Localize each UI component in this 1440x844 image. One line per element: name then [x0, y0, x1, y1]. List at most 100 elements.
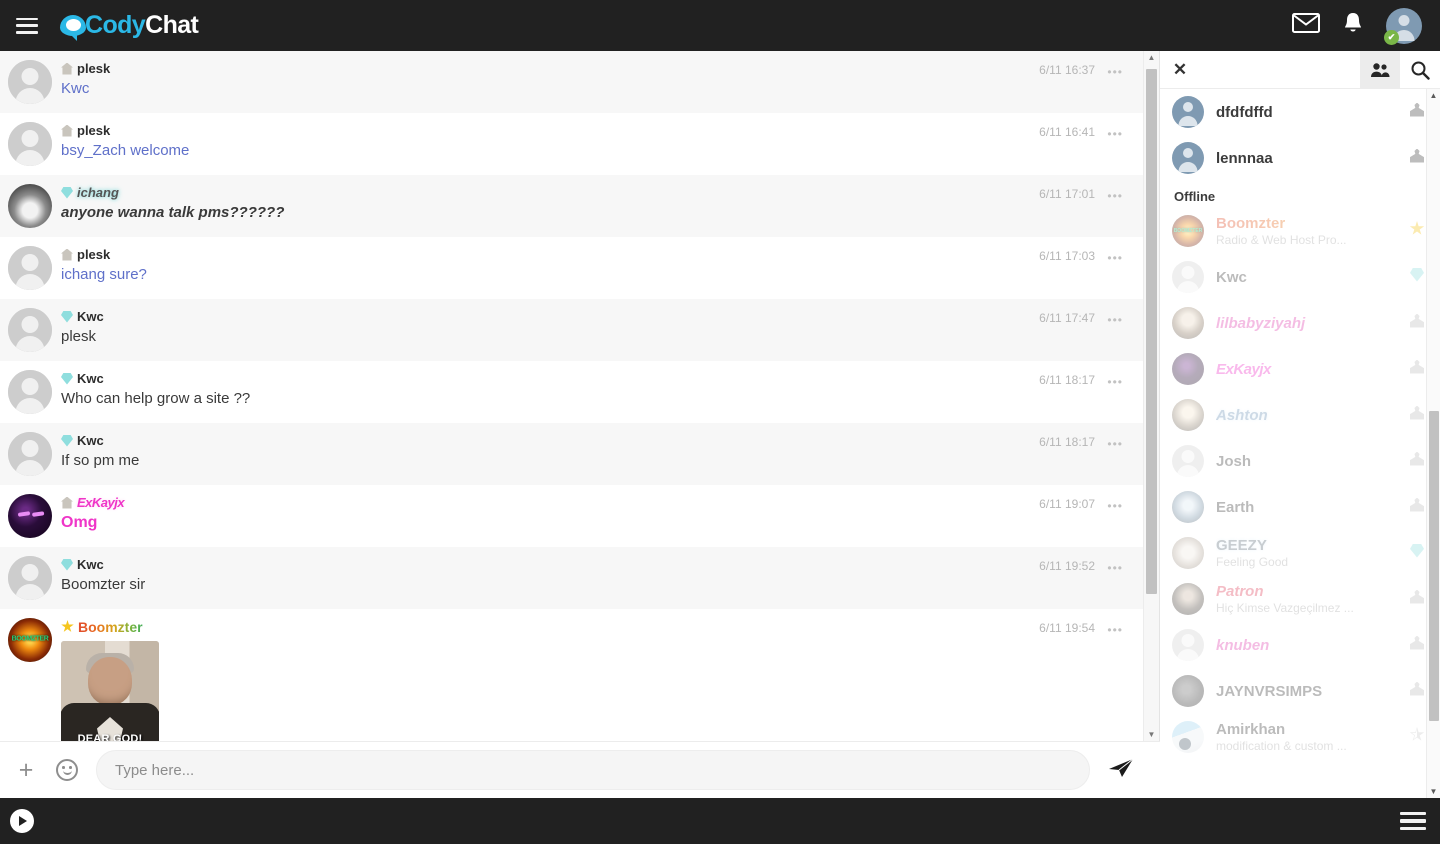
user-avatar[interactable]	[1172, 96, 1204, 128]
message-avatar[interactable]	[8, 308, 52, 352]
sidebar-scrollbar-thumb[interactable]	[1429, 411, 1439, 721]
user-avatar[interactable]	[1172, 491, 1204, 523]
message-row[interactable]: plesk bsy_Zach welcome 6/11 16:41 •••	[0, 113, 1159, 175]
user-avatar[interactable]	[1172, 399, 1204, 431]
user-avatar[interactable]	[1172, 537, 1204, 569]
user-meta: Kwc	[1216, 269, 1408, 286]
user-list-item[interactable]: GEEZY Feeling Good	[1160, 530, 1440, 576]
message-row[interactable]: BOOMZTER Boomzter DEAR GOD! 6/11 19:54 •••	[0, 609, 1159, 741]
user-list-item[interactable]: ExKayjx	[1160, 346, 1440, 392]
send-icon[interactable]	[1104, 757, 1138, 784]
user-avatar[interactable]	[1172, 261, 1204, 293]
emoji-smiley-icon[interactable]	[56, 759, 78, 781]
user-list-item[interactable]: Kwc	[1160, 254, 1440, 300]
message-options-icon[interactable]: •••	[1107, 65, 1123, 79]
message-username[interactable]: Kwc	[77, 433, 104, 448]
message-avatar[interactable]	[8, 494, 52, 538]
user-list-item[interactable]: Amirkhan modification & custom ...	[1160, 714, 1440, 760]
sidebar-scrollbar[interactable]: ▲ ▼	[1426, 89, 1440, 798]
message-row[interactable]: Kwc Boomzter sir 6/11 19:52 •••	[0, 547, 1159, 609]
message-avatar[interactable]	[8, 370, 52, 414]
message-username[interactable]: Kwc	[77, 371, 104, 386]
message-options-icon[interactable]: •••	[1107, 127, 1123, 141]
message-row[interactable]: ichang anyone wanna talk pms?????? 6/11 17…	[0, 175, 1159, 237]
message-username[interactable]: plesk	[77, 123, 110, 138]
message-avatar[interactable]: BOOMZTER	[8, 618, 52, 662]
user-avatar[interactable]	[1172, 583, 1204, 615]
message-avatar[interactable]	[8, 60, 52, 104]
user-avatar[interactable]	[1172, 629, 1204, 661]
message-composer: +	[0, 741, 1160, 798]
message-username[interactable]: ichang	[77, 185, 119, 200]
message-avatar[interactable]	[8, 184, 52, 228]
tab-users[interactable]	[1360, 50, 1400, 89]
user-list-item[interactable]: JAYNVRSIMPS	[1160, 668, 1440, 714]
offline-user-group: BOOMZTER Boomzter Radio & Web Host Pro... K…	[1160, 208, 1440, 760]
user-avatar[interactable]	[1172, 721, 1204, 753]
chat-scrollbar[interactable]: ▲ ▼	[1143, 51, 1159, 741]
message-text: bsy_Zach welcome	[61, 142, 190, 159]
user-list-item[interactable]: Ashton	[1160, 392, 1440, 438]
message-image-caption: DEAR GOD!	[77, 733, 143, 741]
message-options-icon[interactable]: •••	[1107, 313, 1123, 327]
attach-plus-icon[interactable]: +	[14, 757, 38, 783]
chat-scrollbar-thumb[interactable]	[1146, 69, 1157, 594]
user-list-item[interactable]: lennnaa	[1160, 135, 1440, 181]
user-list-item[interactable]: knuben	[1160, 622, 1440, 668]
user-avatar[interactable]	[1172, 445, 1204, 477]
message-row[interactable]: plesk Kwc 6/11 16:37 •••	[0, 51, 1159, 113]
bottom-menu-hamburger-icon[interactable]	[1400, 812, 1426, 830]
user-avatar[interactable]	[1172, 353, 1204, 385]
play-icon[interactable]	[10, 809, 34, 833]
message-username[interactable]: Kwc	[77, 557, 104, 572]
tab-search[interactable]	[1400, 51, 1440, 89]
message-username[interactable]: plesk	[77, 61, 110, 76]
message-avatar[interactable]	[8, 122, 52, 166]
message-row[interactable]: Kwc If so pm me 6/11 18:17 •••	[0, 423, 1159, 485]
app-logo[interactable]: CodyChat	[60, 11, 199, 41]
sidebar-scroll-up-arrow-icon[interactable]: ▲	[1427, 91, 1440, 100]
message-avatar[interactable]	[8, 556, 52, 600]
message-avatar[interactable]	[8, 432, 52, 476]
message-options-icon[interactable]: •••	[1107, 561, 1123, 575]
close-icon[interactable]: ✕	[1160, 60, 1200, 80]
message-options-icon[interactable]: •••	[1107, 251, 1123, 265]
message-options-icon[interactable]: •••	[1107, 623, 1123, 637]
sidebar-scroll-down-arrow-icon[interactable]: ▼	[1427, 787, 1440, 796]
user-list-item[interactable]: dfdfdffd	[1160, 89, 1440, 135]
scroll-up-arrow-icon[interactable]: ▲	[1144, 53, 1159, 62]
user-list-item[interactable]: BOOMZTER Boomzter Radio & Web Host Pro...	[1160, 208, 1440, 254]
bell-icon[interactable]	[1342, 11, 1364, 40]
message-avatar[interactable]	[8, 246, 52, 290]
message-input[interactable]	[96, 750, 1090, 790]
person-badge-icon	[1410, 635, 1424, 650]
message-options-icon[interactable]: •••	[1107, 375, 1123, 389]
user-list-item[interactable]: Earth	[1160, 484, 1440, 530]
scroll-down-arrow-icon[interactable]: ▼	[1144, 730, 1159, 739]
user-avatar[interactable]	[1172, 307, 1204, 339]
message-username[interactable]: plesk	[77, 247, 110, 262]
message-header: Kwc	[61, 370, 1009, 387]
user-avatar[interactable]: ✔	[1384, 7, 1422, 45]
user-list-item[interactable]: Patron Hiç Kimse Vazgeçilmez ...	[1160, 576, 1440, 622]
offline-section-header: Offline	[1174, 189, 1216, 204]
message-options-icon[interactable]: •••	[1107, 189, 1123, 203]
message-username[interactable]: Boomzter	[78, 619, 143, 635]
message-row[interactable]: Kwc plesk 6/11 17:47 •••	[0, 299, 1159, 361]
message-username[interactable]: ExKayjx	[77, 495, 125, 510]
message-image-attachment[interactable]: DEAR GOD!	[61, 641, 159, 741]
user-avatar[interactable]	[1172, 675, 1204, 707]
user-list-item[interactable]: lilbabyziyahj	[1160, 300, 1440, 346]
message-options-icon[interactable]: •••	[1107, 437, 1123, 451]
user-avatar[interactable]: BOOMZTER	[1172, 215, 1204, 247]
message-options-icon[interactable]: •••	[1107, 499, 1123, 513]
message-row[interactable]: plesk ichang sure? 6/11 17:03 •••	[0, 237, 1159, 299]
envelope-icon[interactable]	[1292, 13, 1320, 38]
user-avatar[interactable]	[1172, 142, 1204, 174]
user-list-item[interactable]: Josh	[1160, 438, 1440, 484]
message-username[interactable]: Kwc	[77, 309, 104, 324]
main-menu-hamburger-icon[interactable]	[16, 17, 38, 34]
message-row[interactable]: Kwc Who can help grow a site ?? 6/11 18:17…	[0, 361, 1159, 423]
message-timestamp: 6/11 19:52	[1039, 559, 1095, 573]
message-row[interactable]: ExKayjx Omg 6/11 19:07 •••	[0, 485, 1159, 547]
